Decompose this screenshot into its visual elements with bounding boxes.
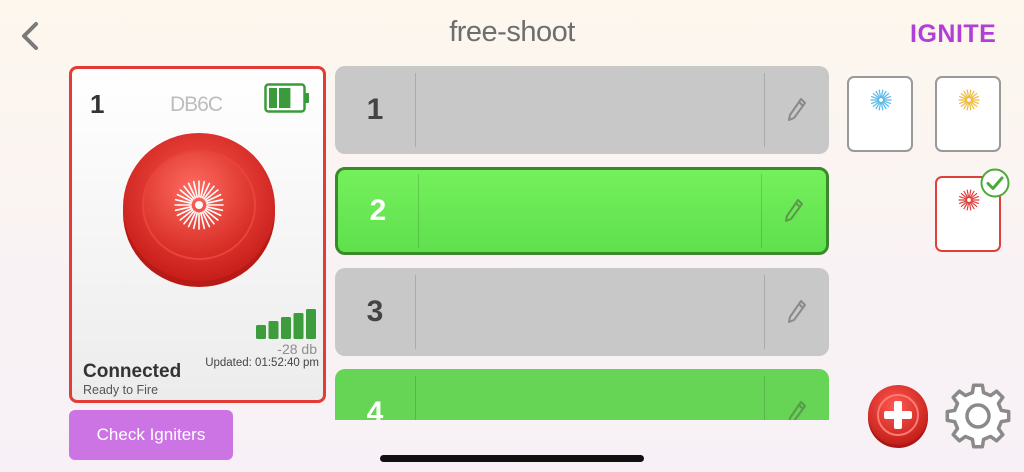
battery-icon: [264, 83, 309, 113]
cue-number: 3: [366, 295, 384, 328]
updated-time: Updated: 01:52:40 pm: [205, 357, 319, 369]
signal-strength-icon: [256, 309, 316, 339]
cue-row-4[interactable]: 4: [335, 369, 829, 420]
pencil-icon: [785, 199, 803, 222]
cue-list[interactable]: 1 2 3 4: [335, 66, 829, 420]
cue-edit-button[interactable]: [765, 369, 829, 420]
cue-row-2[interactable]: 2: [335, 167, 829, 255]
cue-edit-button[interactable]: [765, 66, 829, 154]
firework-type-blue[interactable]: [847, 76, 913, 152]
pencil-icon: [788, 401, 806, 420]
selected-check-icon: [980, 168, 1010, 198]
signal-db: -28 db: [277, 341, 317, 357]
cue-content[interactable]: [416, 369, 764, 420]
cue-edit-button[interactable]: [765, 268, 829, 356]
red-burst-icon: [958, 189, 980, 211]
firework-type-yellow[interactable]: [935, 76, 1001, 152]
connection-status: Connected: [83, 361, 182, 382]
brand-logo: IGNITE: [910, 20, 997, 48]
cue-content[interactable]: [416, 268, 764, 356]
pencil-icon: [788, 300, 806, 323]
home-indicator[interactable]: [380, 455, 644, 462]
device-id: DB6C: [170, 93, 223, 116]
check-igniters-button[interactable]: Check Igniters: [69, 410, 233, 460]
igniter-button-icon[interactable]: [122, 129, 276, 289]
pencil-icon: [788, 98, 806, 121]
settings-gear-icon[interactable]: [944, 382, 1012, 450]
cue-number: 2: [369, 194, 387, 227]
cue-number: 1: [366, 93, 384, 126]
add-cue-button[interactable]: [866, 384, 930, 448]
cue-edit-button[interactable]: [762, 170, 826, 252]
device-card[interactable]: 1 DB6C -28 db Updated: 01:52:40 pm Conne…: [69, 66, 326, 403]
cue-row-1[interactable]: 1: [335, 66, 829, 154]
cue-content[interactable]: [419, 170, 761, 252]
connection-substatus: Ready to Fire: [83, 383, 159, 397]
blue-burst-icon: [870, 89, 892, 111]
device-number: 1: [90, 89, 105, 119]
page-title: free-shoot: [449, 16, 575, 48]
cue-row-3[interactable]: 3: [335, 268, 829, 356]
cue-number: 4: [366, 396, 384, 420]
yellow-burst-icon: [958, 89, 980, 111]
cue-content[interactable]: [416, 66, 764, 154]
